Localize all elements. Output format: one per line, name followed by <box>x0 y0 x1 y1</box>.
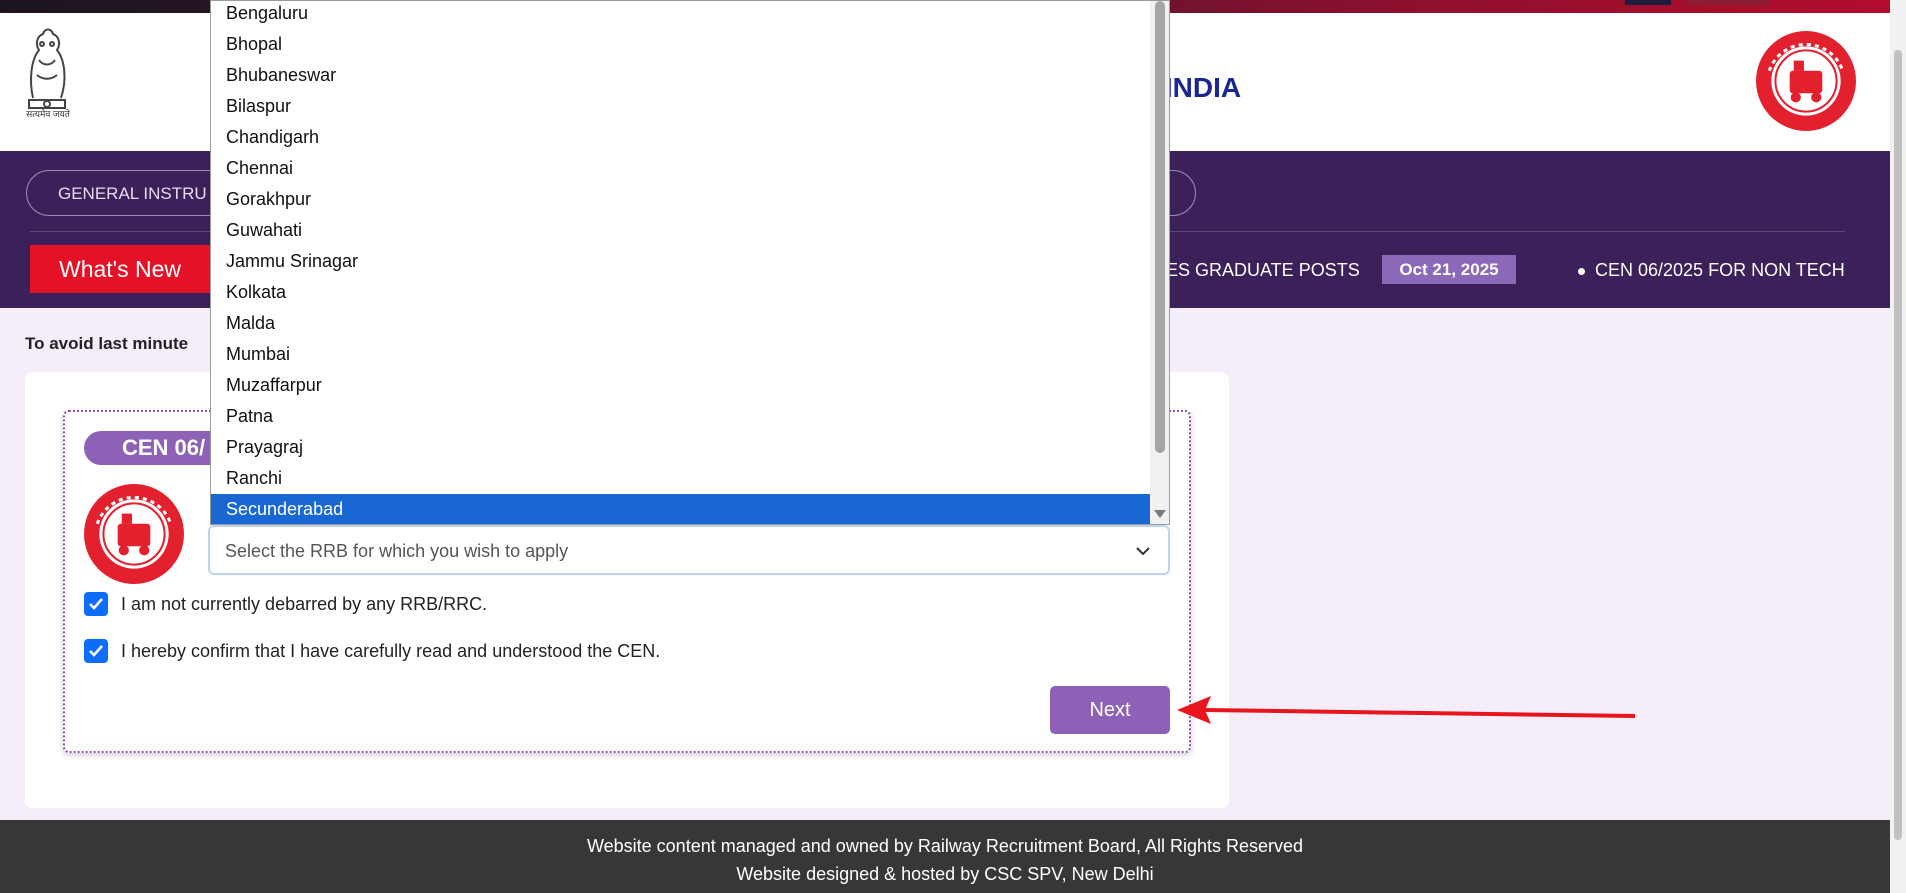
ticker-date-badge: Oct 21, 2025 <box>1382 255 1516 284</box>
chevron-down-icon <box>1136 547 1150 556</box>
whats-new-label: What's New <box>30 245 210 293</box>
footer-hosting-text: Website designed & hosted by CSC SPV, Ne… <box>736 864 1154 884</box>
checkmark-icon <box>89 598 103 610</box>
indian-railways-logo-icon <box>84 484 184 584</box>
cen-badge-text: CEN 06/ <box>122 435 206 460</box>
nav-item-general-instructions[interactable]: GENERAL INSTRU <box>58 184 207 204</box>
confirm-cen-checkbox[interactable] <box>84 639 108 663</box>
dropdown-option[interactable]: Chandigarh <box>211 122 1151 153</box>
page-scrollbar[interactable] <box>1890 0 1906 893</box>
rrb-select[interactable]: Select the RRB for which you wish to app… <box>208 525 1170 575</box>
dropdown-option[interactable]: Bilaspur <box>211 91 1151 122</box>
dropdown-option[interactable]: Bhubaneswar <box>211 60 1151 91</box>
site-footer: Website content managed and owned by Rai… <box>0 820 1890 893</box>
notice-text: To avoid last minute <box>25 334 189 353</box>
national-emblem-icon <box>28 28 66 109</box>
next-button[interactable]: Next <box>1050 686 1170 734</box>
dropdown-option[interactable]: Secunderabad <box>211 494 1151 524</box>
dropdown-option[interactable]: Ranchi <box>211 463 1151 494</box>
dropdown-scrollbar-thumb[interactable] <box>1155 1 1165 453</box>
dropdown-option[interactable]: Bhopal <box>211 29 1151 60</box>
indian-railways-logo-icon <box>1756 31 1856 131</box>
ticker-item[interactable]: RIES GRADUATE POSTS <box>1148 260 1360 281</box>
confirm-cen-checkbox-label: I hereby confirm that I have carefully r… <box>121 641 661 661</box>
dropdown-option[interactable]: Jammu Srinagar <box>211 246 1151 277</box>
debarred-checkbox[interactable] <box>84 592 108 616</box>
dropdown-scrollbar[interactable] <box>1150 1 1169 524</box>
rrb-select-value: Select the RRB for which you wish to app… <box>225 541 569 561</box>
dropdown-option[interactable]: Gorakhpur <box>211 184 1151 215</box>
dropdown-option[interactable]: Guwahati <box>211 215 1151 246</box>
emblem-caption: सत्यमेव जयते <box>26 109 70 119</box>
rrb-dropdown-list[interactable]: Bengaluru Bhopal Bhubaneswar Bilaspur Chandi… <box>210 0 1170 525</box>
debarred-checkbox-label: I am not currently debarred by any RRB/R… <box>121 594 488 614</box>
dropdown-option[interactable]: Mumbai <box>211 339 1151 370</box>
red-arrow-annotation <box>1177 696 1636 724</box>
page-scrollbar-thumb[interactable] <box>1894 50 1902 840</box>
dropdown-option[interactable]: Kolkata <box>211 277 1151 308</box>
dropdown-option[interactable]: Patna <box>211 401 1151 432</box>
ticker-item[interactable]: CEN 06/2025 FOR NON TECH <box>1578 260 1845 281</box>
dropdown-option[interactable]: Muzaffarpur <box>211 370 1151 401</box>
scroll-down-arrow-icon[interactable] <box>1154 510 1166 518</box>
dropdown-option[interactable]: Bengaluru <box>211 1 1151 29</box>
checkmark-icon <box>89 645 103 657</box>
footer-ownership-text: Website content managed and owned by Rai… <box>586 836 1304 856</box>
top-strip-block <box>1625 0 1671 5</box>
dropdown-option[interactable]: Chennai <box>211 153 1151 184</box>
dropdown-option[interactable]: Prayagraj <box>211 432 1151 463</box>
top-strip-block <box>1688 0 1770 5</box>
dropdown-option[interactable]: Malda <box>211 308 1151 339</box>
